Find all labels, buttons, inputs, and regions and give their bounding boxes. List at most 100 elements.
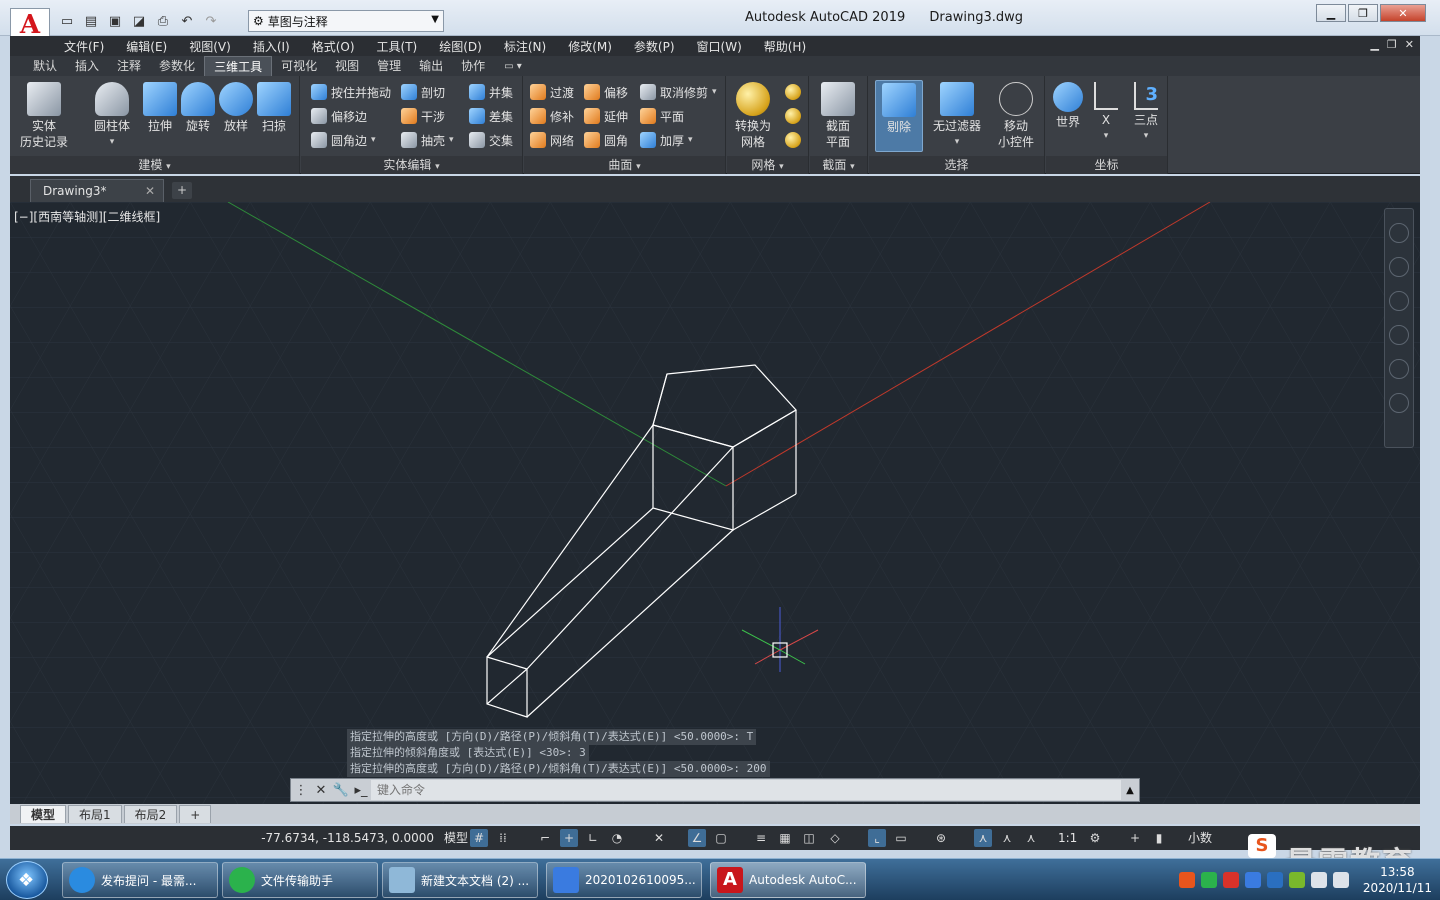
monitor-icon[interactable] (1310, 872, 1327, 888)
tab-collaborate[interactable]: 协作 (452, 56, 494, 76)
interfere-button[interactable]: 干涉 (401, 106, 445, 126)
viewport-controls[interactable]: [−][西南等轴测][二维线框] (14, 208, 160, 225)
wrench-icon[interactable]: 🔧 (331, 783, 351, 798)
selection-cycling-icon[interactable]: ◫ (800, 829, 818, 847)
system-clock[interactable]: 13:58 2020/11/11 (1363, 864, 1432, 896)
fillet-surface-button[interactable]: 圆角 (584, 130, 628, 150)
drawing-canvas[interactable]: [−][西南等轴测][二维线框] (10, 202, 1420, 804)
convert-to-mesh-button[interactable]: 转换为 网格 (729, 82, 777, 150)
shell-button[interactable]: 抽壳 ▾ (401, 130, 454, 150)
network-icon[interactable] (1266, 872, 1283, 888)
command-input[interactable] (371, 780, 1121, 800)
union-button[interactable]: 并集 (469, 82, 513, 102)
taskbar-item-autocad[interactable]: A Autodesk AutoC... (710, 862, 866, 898)
no-filter-button[interactable]: 无过滤器 ▾ (927, 82, 987, 150)
ribbon-options-icon[interactable]: ▭ ▾ (504, 61, 522, 72)
grip-handle-icon[interactable]: ⋮ (291, 783, 311, 798)
section-plane-button[interactable]: 截面 平面 (814, 82, 862, 150)
close-icon[interactable]: ✕ (311, 783, 331, 798)
ucs-three-point-button[interactable]: 3 三点 ▾ (1126, 82, 1166, 144)
workspace-dropdown[interactable]: ⚙ 草图与注释 ▼ (248, 10, 444, 32)
dynamic-ucs-icon[interactable]: ⌞ (868, 829, 886, 847)
polar-tracking-icon[interactable]: ◔ (608, 829, 626, 847)
thicken-button[interactable]: 加厚 ▾ (640, 130, 693, 150)
subtract-button[interactable]: 差集 (469, 106, 513, 126)
panel-title-section[interactable]: 截面 ▾ (810, 156, 867, 174)
menu-parametric[interactable]: 参数(P) (634, 38, 675, 55)
fillet-edge-button[interactable]: 圆角边 ▾ (311, 130, 376, 150)
redo-icon[interactable]: ↷ (202, 12, 220, 30)
new-file-icon[interactable]: ▭ (58, 12, 76, 30)
ucs-world-button[interactable]: 世界 (1048, 82, 1088, 130)
tab-3d-tools[interactable]: 三维工具 (204, 56, 273, 76)
doc-minimize-icon[interactable]: ▁ (1370, 38, 1378, 51)
save-as-icon[interactable]: ◪ (130, 12, 148, 30)
close-icon[interactable]: ✕ (1380, 4, 1426, 22)
weibo-icon[interactable] (1222, 872, 1239, 888)
doc-restore-icon[interactable]: ❐ (1387, 38, 1397, 51)
solid-history-button[interactable]: 实体 历史记录 (20, 82, 68, 150)
print-icon[interactable]: ⎙ (154, 12, 172, 30)
document-tab-drawing3[interactable]: Drawing3* ✕ (30, 179, 164, 202)
mesh-crease-icon[interactable] (785, 132, 801, 148)
zoom-icon[interactable] (1389, 325, 1409, 345)
sweep-button[interactable]: 扫掠 (250, 82, 298, 134)
nvidia-icon[interactable] (1288, 872, 1305, 888)
doc-close-icon[interactable]: ✕ (1405, 38, 1414, 51)
panel-title-solid-editing[interactable]: 实体编辑 ▾ (301, 156, 522, 174)
3d-object-snap-icon[interactable]: ◇ (826, 829, 844, 847)
showmotion-icon[interactable] (1389, 393, 1409, 413)
viewcube-icon[interactable] (1389, 223, 1409, 243)
mesh-refine-icon[interactable] (785, 108, 801, 124)
orbit-icon[interactable] (1389, 359, 1409, 379)
gizmo-icon[interactable]: ⊛ (932, 829, 950, 847)
patch-button[interactable]: 修补 (530, 106, 574, 126)
tab-view[interactable]: 视图 (326, 56, 368, 76)
selection-filter-icon[interactable]: ▭ (892, 829, 910, 847)
object-snap-icon[interactable]: ▢ (712, 829, 730, 847)
coordinate-readout[interactable]: -77.6734, -118.5473, 0.0000 (254, 826, 434, 850)
menu-dimension[interactable]: 标注(N) (504, 38, 546, 55)
annotation-monitor-plus-icon[interactable]: + (1126, 829, 1144, 847)
infer-constraints-icon[interactable]: ⌐ (536, 829, 554, 847)
slice-button[interactable]: 剖切 (401, 82, 445, 102)
mesh-smooth-icon[interactable] (785, 84, 801, 100)
model-space-button[interactable]: 模型 (440, 828, 472, 848)
annotation-visibility-icon[interactable]: ⋏ (974, 829, 992, 847)
ucs-x-button[interactable]: X ▾ (1088, 82, 1124, 144)
tab-parametric[interactable]: 参数化 (150, 56, 204, 76)
minimize-icon[interactable]: ▁ (1316, 4, 1346, 22)
workspace-gear-icon[interactable]: ⚙ (1086, 829, 1104, 847)
offset-edge-button[interactable]: 偏移边 (311, 106, 367, 126)
tab-annotate[interactable]: 注释 (108, 56, 150, 76)
grid-toggle-icon[interactable]: # (470, 829, 488, 847)
cylinder-button[interactable]: 圆柱体 ▾ (88, 82, 136, 150)
object-snap-tracking-icon[interactable]: ∠ (688, 829, 706, 847)
tab-default[interactable]: 默认 (24, 56, 66, 76)
dynamic-input-icon[interactable]: + (560, 829, 578, 847)
tab-layout2[interactable]: 布局2 (123, 805, 178, 823)
isodraft-icon[interactable]: ✕ (650, 829, 668, 847)
tab-layout1[interactable]: 布局1 (68, 805, 122, 823)
add-layout-plus-icon[interactable]: + (179, 805, 212, 823)
taskbar-item-video[interactable]: 2020102610095... (546, 862, 702, 898)
panel-title-surface[interactable]: 曲面 ▾ (524, 156, 725, 174)
panel-title-coordinates[interactable]: 坐标 (1046, 156, 1167, 174)
tab-manage[interactable]: 管理 (368, 56, 410, 76)
auto-scale-icon[interactable]: ⋏ (998, 829, 1016, 847)
wechat-tray-icon[interactable] (1200, 872, 1217, 888)
menu-draw[interactable]: 绘图(D) (439, 38, 482, 55)
sogou-input-icon[interactable] (1178, 872, 1195, 888)
open-folder-icon[interactable]: ▤ (82, 12, 100, 30)
steering-wheel-icon[interactable] (1389, 257, 1409, 277)
menu-help[interactable]: 帮助(H) (764, 38, 806, 55)
menu-edit[interactable]: 编辑(E) (126, 38, 167, 55)
tab-output[interactable]: 输出 (410, 56, 452, 76)
tab-visualize[interactable]: 可视化 (272, 56, 326, 76)
presspull-button[interactable]: 按住并拖动 (311, 82, 391, 102)
chevron-up-icon[interactable]: ▲ (1121, 785, 1139, 796)
tab-model[interactable]: 模型 (20, 805, 67, 823)
close-icon[interactable]: ✕ (145, 180, 155, 202)
pan-hand-icon[interactable] (1389, 291, 1409, 311)
new-tab-plus-icon[interactable]: + (172, 182, 192, 199)
